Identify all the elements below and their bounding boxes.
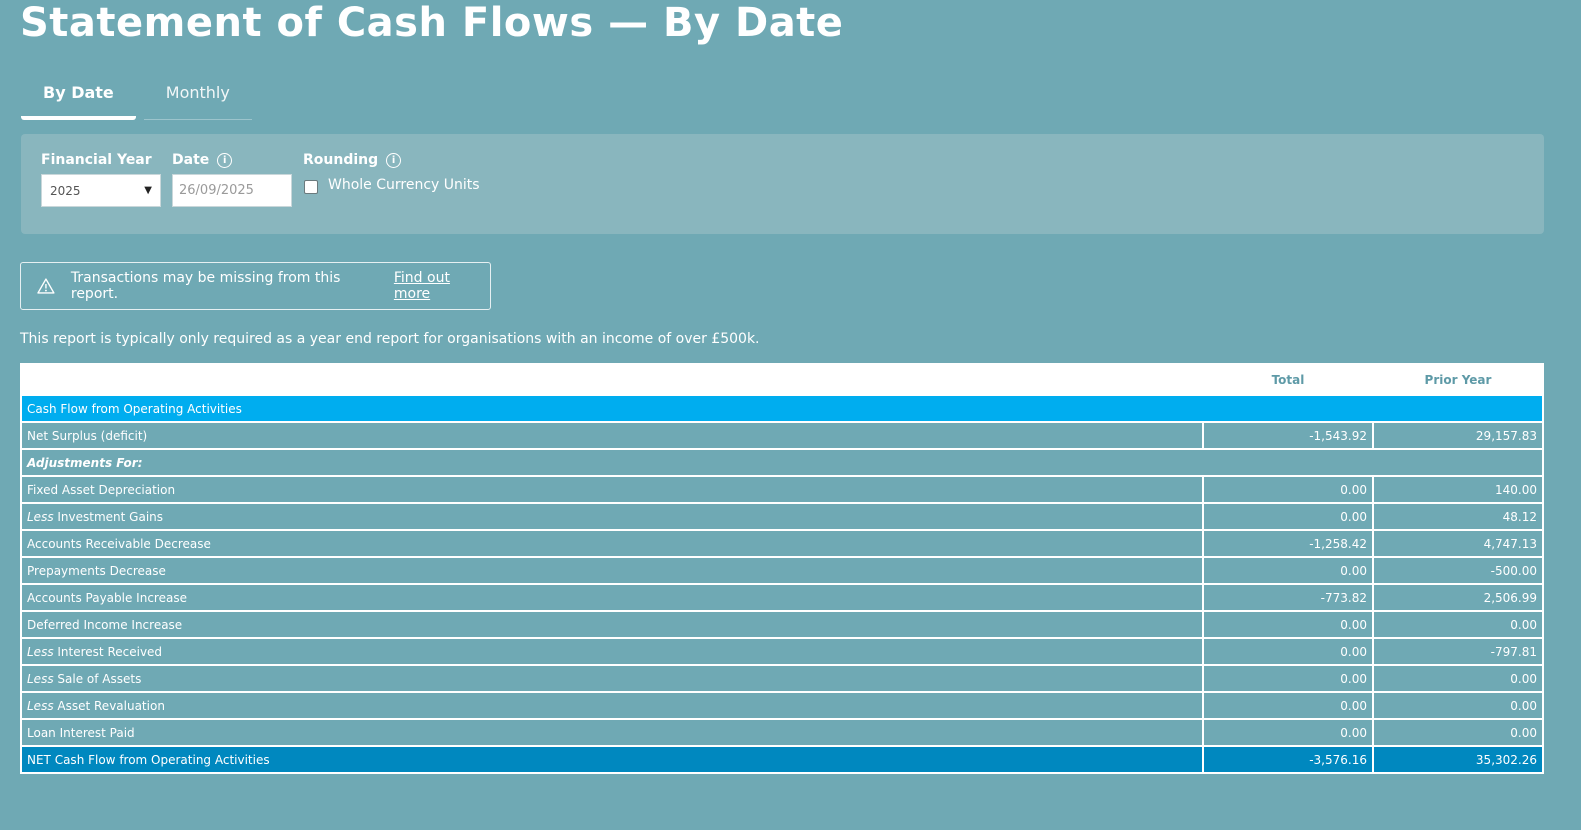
table-row: Deferred Income Increase 0.00 0.00	[20, 610, 1544, 639]
tab-by-date[interactable]: By Date	[21, 76, 136, 120]
row-total-value: -773.82	[1202, 583, 1374, 612]
row-prior-year-value: -797.81	[1372, 637, 1544, 666]
row-label-prefix: Less	[27, 698, 58, 713]
report-tabs: By Date Monthly	[21, 76, 252, 120]
row-total-value: 0.00	[1202, 556, 1374, 585]
rounding-label-text: Rounding	[303, 152, 379, 168]
row-label: Loan Interest Paid	[20, 718, 1204, 747]
row-prior-year-value: 2,506.99	[1372, 583, 1544, 612]
total-column-header: Total	[1202, 363, 1374, 396]
financial-year-label-text: Financial Year	[41, 152, 152, 168]
whole-currency-units-label[interactable]: Whole Currency Units	[328, 177, 480, 193]
prior-year-column-header: Prior Year	[1372, 363, 1544, 396]
filter-panel: Financial Year 2025 ▼ Date i 26/09/2025 …	[21, 134, 1544, 234]
row-label: Fixed Asset Depreciation	[20, 475, 1204, 504]
table-row: Prepayments Decrease 0.00 -500.00	[20, 556, 1544, 585]
table-row: Fixed Asset Depreciation 0.00 140.00	[20, 475, 1544, 504]
row-total-value: 0.00	[1202, 475, 1374, 504]
page-title: Statement of Cash Flows — By Date	[20, 0, 844, 46]
section-title: Cash Flow from Operating Activities	[20, 394, 1544, 423]
row-total-value: -1,543.92	[1202, 421, 1374, 450]
cash-flow-table: Total Prior Year Cash Flow from Operatin…	[20, 363, 1544, 774]
row-total-value: 0.00	[1202, 610, 1374, 639]
row-prior-year-value: 48.12	[1372, 502, 1544, 531]
row-total-value: 0.00	[1202, 502, 1374, 531]
row-prior-year-value: 140.00	[1372, 475, 1544, 504]
row-total-value: 0.00	[1202, 637, 1374, 666]
warning-triangle-icon	[37, 278, 55, 294]
total-row-total-value: -3,576.16	[1202, 745, 1374, 774]
row-total-value: -1,258.42	[1202, 529, 1374, 558]
whole-currency-units-checkbox[interactable]	[304, 180, 318, 194]
subheading-row: Adjustments For:	[20, 448, 1544, 477]
date-input[interactable]: 26/09/2025	[172, 174, 292, 207]
report-note: This report is typically only required a…	[20, 331, 760, 347]
row-prior-year-value: 0.00	[1372, 664, 1544, 693]
table-row: Less Asset Revaluation 0.00 0.00	[20, 691, 1544, 720]
row-total-value: 0.00	[1202, 664, 1374, 693]
row-label: Net Surplus (deficit)	[20, 421, 1204, 450]
table-row: Less Interest Received 0.00 -797.81	[20, 637, 1544, 666]
total-row-prior-year-value: 35,302.26	[1372, 745, 1544, 774]
row-label: Deferred Income Increase	[20, 610, 1204, 639]
info-circle-icon[interactable]: i	[217, 152, 233, 168]
row-prior-year-value: -500.00	[1372, 556, 1544, 585]
label-column-header	[20, 363, 1204, 396]
row-label: Less Asset Revaluation	[20, 691, 1204, 720]
row-label: Accounts Payable Increase	[20, 583, 1204, 612]
row-label: Less Interest Received	[20, 637, 1204, 666]
row-prior-year-value: 0.00	[1372, 610, 1544, 639]
row-total-value: 0.00	[1202, 691, 1374, 720]
table-header-row: Total Prior Year	[20, 363, 1544, 396]
date-label: Date i	[172, 152, 233, 168]
table-row: Accounts Payable Increase -773.82 2,506.99	[20, 583, 1544, 612]
info-circle-icon[interactable]: i	[386, 152, 402, 168]
financial-year-value: 2025	[50, 183, 81, 198]
date-value: 26/09/2025	[179, 183, 254, 198]
row-prior-year-value: 0.00	[1372, 718, 1544, 747]
row-label: Prepayments Decrease	[20, 556, 1204, 585]
table-row: Net Surplus (deficit) -1,543.92 29,157.83	[20, 421, 1544, 450]
row-prior-year-value: 29,157.83	[1372, 421, 1544, 450]
total-row-label: NET Cash Flow from Operating Activities	[20, 745, 1204, 774]
find-out-more-link[interactable]: Find out more	[394, 270, 490, 302]
row-prior-year-value: 4,747.13	[1372, 529, 1544, 558]
section-header-row: Cash Flow from Operating Activities	[20, 394, 1544, 423]
table-row: Less Sale of Assets 0.00 0.00	[20, 664, 1544, 693]
table-row: Loan Interest Paid 0.00 0.00	[20, 718, 1544, 747]
tab-monthly[interactable]: Monthly	[143, 76, 252, 120]
financial-year-label: Financial Year	[41, 152, 152, 168]
table-row: Less Investment Gains 0.00 48.12	[20, 502, 1544, 531]
rounding-label: Rounding i	[303, 152, 402, 168]
row-label: Less Investment Gains	[20, 502, 1204, 531]
net-cash-flow-total-row: NET Cash Flow from Operating Activities -…	[20, 745, 1544, 774]
financial-year-select[interactable]: 2025 ▼	[41, 174, 161, 207]
chevron-down-icon: ▼	[144, 185, 152, 196]
row-label: Accounts Receivable Decrease	[20, 529, 1204, 558]
row-label: Less Sale of Assets	[20, 664, 1204, 693]
row-total-value: 0.00	[1202, 718, 1374, 747]
row-label-prefix: Less	[27, 644, 58, 659]
row-label-prefix: Less	[27, 671, 58, 686]
row-prior-year-value: 0.00	[1372, 691, 1544, 720]
table-row: Accounts Receivable Decrease -1,258.42 4,7…	[20, 529, 1544, 558]
date-label-text: Date	[172, 152, 210, 168]
alert-message: Transactions may be missing from this re…	[70, 270, 341, 302]
missing-transactions-alert: Transactions may be missing from this re…	[20, 262, 491, 310]
row-label-prefix: Less	[27, 509, 58, 524]
subheading-label: Adjustments For:	[20, 448, 1544, 477]
